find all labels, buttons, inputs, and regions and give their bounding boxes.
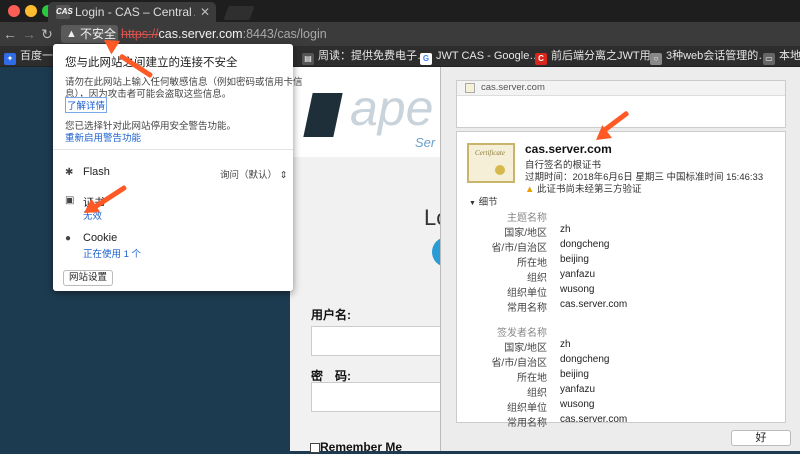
subject-name-title: 主题名称 [507, 213, 547, 224]
username-label: 用户名: [311, 308, 351, 322]
site-settings-button[interactable]: 网站设置 [63, 270, 114, 286]
subject-province-label: 省/市/自治区 [491, 243, 547, 254]
issuer-country-value: zh [560, 339, 571, 350]
password-input[interactable] [311, 382, 452, 412]
back-arrow-icon[interactable]: ← [3, 22, 17, 46]
logo-subtext: Ser [415, 135, 436, 150]
subject-province-value: dongcheng [560, 239, 610, 250]
forward-arrow-icon[interactable]: → [22, 22, 36, 46]
certificate-list-host: cas.server.com [481, 82, 545, 93]
details-toggle-label: 细节 [478, 197, 498, 208]
cookie-label: Cookie [83, 232, 118, 244]
csdn-icon: C [535, 53, 547, 65]
certificate-dialog: cas.server.com Certificate cas.server.co… [440, 67, 800, 451]
certificate-icon: ▣ [65, 195, 75, 206]
issuer-common-name-label: 常用名称 [507, 418, 547, 429]
bookmark-jwt-cas[interactable]: G JWT CAS - Google… [420, 46, 540, 66]
browser-tab[interactable]: CAS Login - CAS – Central Authent ✕ [48, 2, 216, 22]
flash-permission-value: 询问（默认） [220, 170, 278, 181]
subject-org-unit-value: wusong [560, 284, 595, 295]
subject-org-unit-label: 组织单位 [507, 288, 547, 299]
globe-icon: ○ [650, 53, 662, 65]
bookmark-label: 周读：提供免费电子… [318, 50, 428, 62]
bookmark-label: 本地 [779, 50, 800, 62]
issuer-country-label: 国家/地区 [504, 343, 547, 354]
bookmark-label: 3种web会话管理的… [666, 50, 770, 62]
issuer-province-label: 省/市/自治区 [491, 358, 547, 369]
reload-icon[interactable]: ↻ [40, 22, 54, 46]
subject-locality-value: beijing [560, 254, 589, 265]
issuer-org-label: 组织 [527, 388, 547, 399]
bookmark-local[interactable]: ▭ 本地 [763, 46, 800, 66]
bookmark-label: JWT CAS - Google… [436, 50, 541, 62]
bookmark-zhoudu[interactable]: ▤ 周读：提供免费电子… [302, 46, 428, 66]
subject-org-value: yanfazu [560, 269, 596, 280]
issuer-locality-value: beijing [560, 369, 589, 380]
issuer-org-unit-value: wusong [560, 399, 595, 410]
close-tab-icon[interactable]: ✕ [200, 2, 210, 22]
browser-toolbar [0, 22, 800, 46]
issuer-common-name-value: cas.server.com [560, 414, 628, 425]
certificate-small-icon [465, 83, 475, 93]
site-info-popup: 您与此网站之间建立的连接不安全 请勿在此网站上输入任何敏感信息（例如密码或信用卡… [53, 44, 303, 291]
disclosure-triangle-icon: ▼ [469, 200, 476, 207]
popup-heading: 您与此网站之间建立的连接不安全 [65, 57, 238, 69]
google-icon: G [420, 53, 432, 65]
close-window-button[interactable] [8, 5, 20, 17]
remember-me-checkbox[interactable] [310, 443, 320, 453]
cookie-icon: ● [65, 233, 72, 244]
issuer-name-title: 签发者名称 [497, 328, 547, 339]
url-path: :8443/cas/login [242, 27, 327, 41]
url-host: cas.server.com [158, 27, 243, 41]
subject-locality-label: 所在地 [517, 258, 547, 269]
subject-country-label: 国家/地区 [504, 228, 547, 239]
flash-permission-select[interactable]: 询问（默认） ⇕ [220, 167, 288, 181]
folder-icon: ▭ [763, 53, 775, 65]
cookie-status-link[interactable]: 正在使用 1 个 [83, 246, 141, 260]
tab-title: Login - CAS – Central Authent [75, 5, 195, 19]
select-arrows-icon: ⇕ [279, 170, 288, 181]
logo-banner: ape Ser [280, 67, 460, 157]
certificate-details-panel: Certificate cas.server.com 自行签名的根证书 过期时间… [456, 131, 786, 429]
subject-org-label: 组织 [527, 273, 547, 284]
certificate-trust-note: ▲ 此证书尚未经第三方验证 [525, 181, 642, 195]
certificate-untrusted-text: 此证书尚未经第三方验证 [537, 184, 642, 195]
issuer-org-value: yanfazu [560, 384, 596, 395]
address-bar[interactable]: https://cas.server.com:8443/cas/login [121, 22, 327, 46]
login-panel: Lo 用户名: 密 码: Remember Me [290, 157, 452, 454]
flash-label: Flash [83, 166, 110, 178]
certificate-list-row[interactable]: cas.server.com [457, 81, 785, 96]
new-tab-button[interactable] [223, 6, 255, 20]
ok-button[interactable]: 好 [731, 430, 791, 446]
certificate-badge-icon: Certificate [467, 143, 515, 183]
url-scheme: https:// [121, 27, 159, 41]
minimize-window-button[interactable] [25, 5, 37, 17]
issuer-province-value: dongcheng [560, 354, 610, 365]
bookmark-label: 前后端分离之JWT用… [551, 50, 662, 62]
learn-more-link[interactable]: 了解详情 [65, 97, 108, 113]
cas-favicon-icon: CAS [56, 5, 73, 19]
bookmark-web-session[interactable]: ○ 3种web会话管理的… [650, 46, 769, 66]
warning-triangle-icon: ▲ [525, 184, 535, 195]
username-input[interactable] [311, 326, 452, 356]
popup-divider [53, 149, 293, 150]
details-disclosure[interactable]: ▼ 细节 [469, 194, 498, 208]
paw-icon: ✦ [4, 53, 16, 65]
subject-common-name-value: cas.server.com [560, 299, 628, 310]
page-icon: ▤ [302, 53, 314, 65]
logo-text: ape [350, 80, 434, 136]
issuer-locality-label: 所在地 [517, 373, 547, 384]
subject-common-name-label: 常用名称 [507, 303, 547, 314]
reenable-warnings-link[interactable]: 重新启用警告功能 [65, 130, 141, 144]
puzzle-piece-icon: ✱ [65, 167, 74, 178]
bookmark-jwt-frontend[interactable]: C 前后端分离之JWT用… [535, 46, 662, 66]
subject-country-value: zh [560, 224, 571, 235]
warning-triangle-icon: ▲ [66, 28, 77, 40]
remember-me-label: Remember Me [320, 440, 403, 454]
apereo-logo-icon [303, 93, 343, 137]
issuer-org-unit-label: 组织单位 [507, 403, 547, 414]
